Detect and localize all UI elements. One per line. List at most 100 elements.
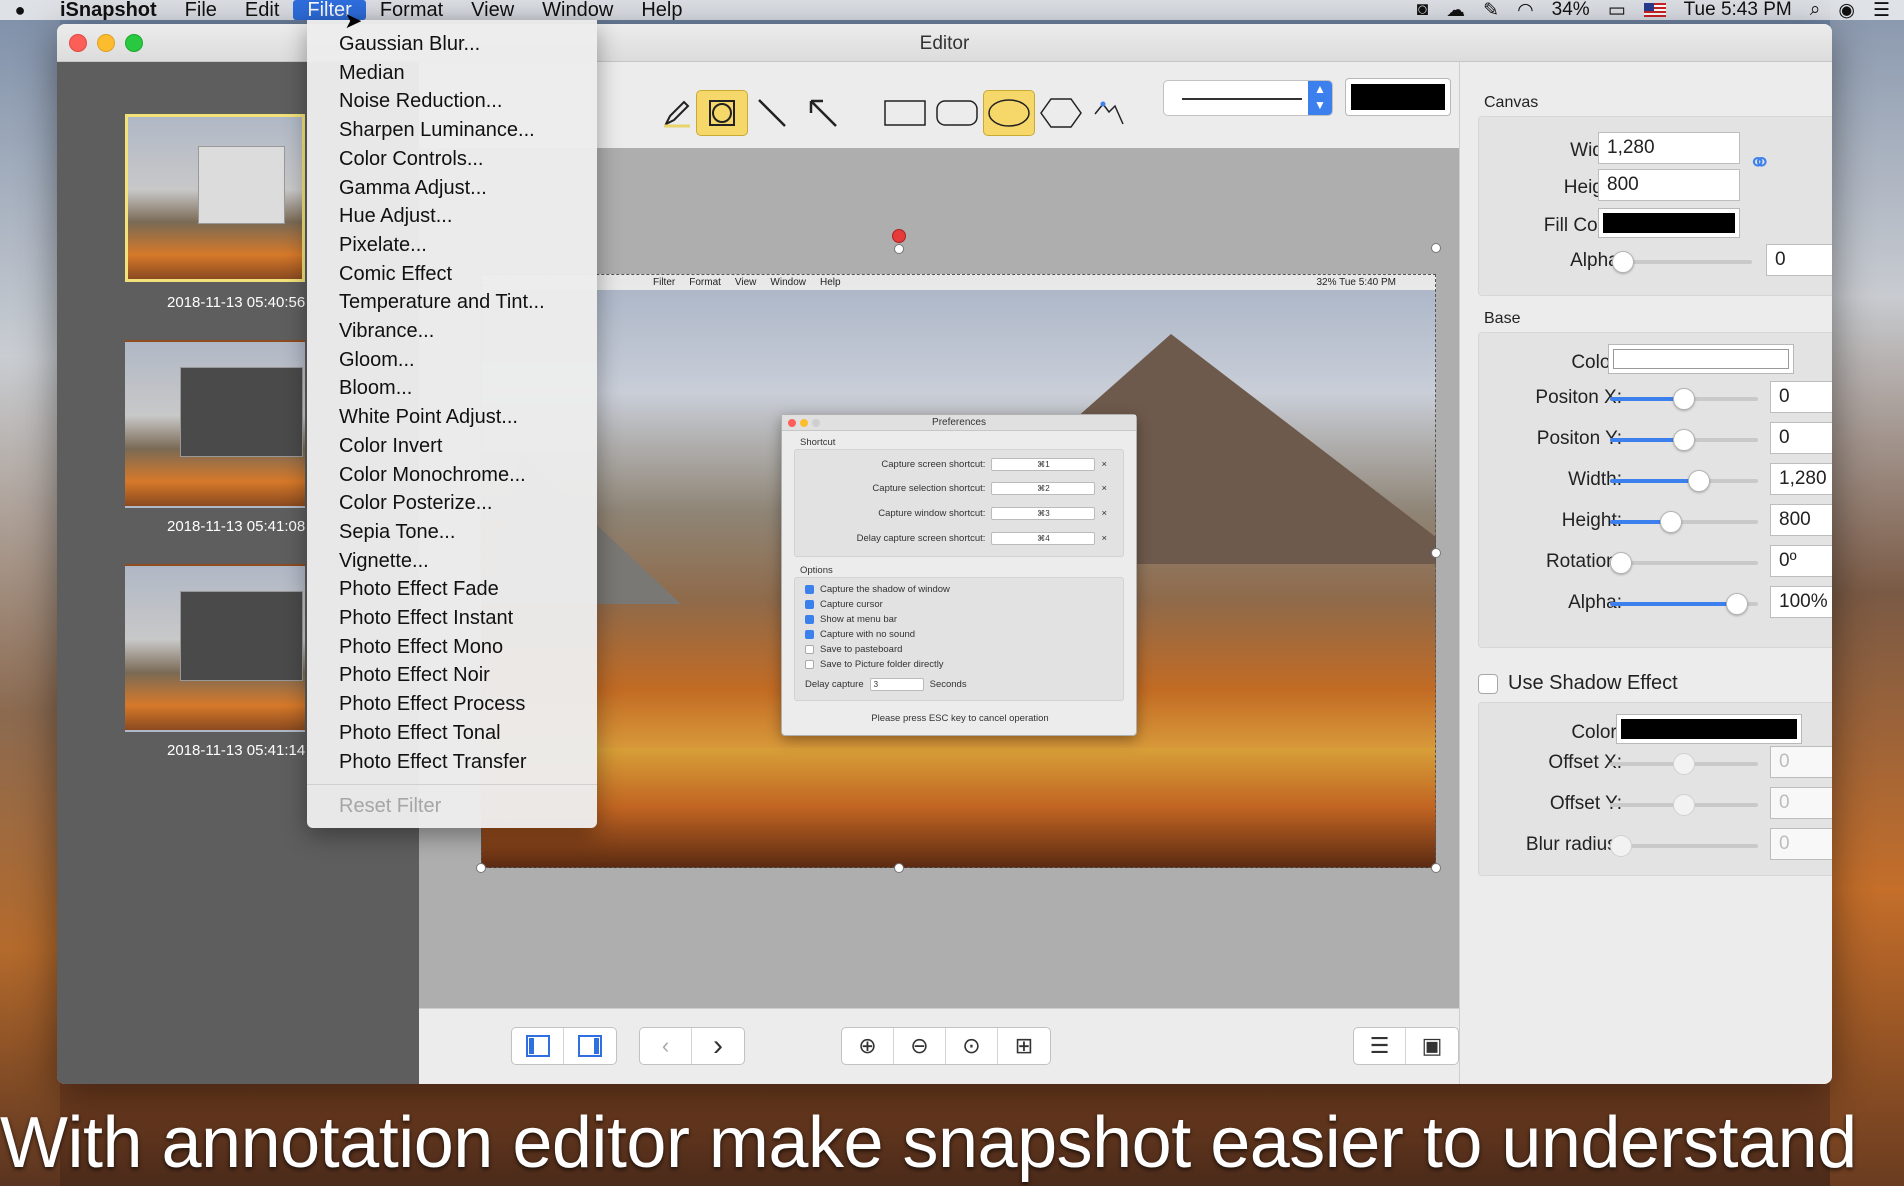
pen-icon[interactable]: ✎ <box>1483 0 1499 22</box>
canvas-alpha-slider[interactable] <box>1612 251 1752 273</box>
property-value-field[interactable]: 0º <box>1770 545 1832 577</box>
menu-item-filter[interactable]: Sepia Tone... <box>339 518 455 546</box>
menu-item-filter[interactable]: Photo Effect Fade <box>339 575 499 603</box>
property-slider[interactable] <box>1610 593 1758 615</box>
line-tool[interactable] <box>746 90 798 136</box>
camera-icon[interactable]: ◙ <box>1417 0 1428 21</box>
canvas-alpha-field[interactable]: 0 <box>1766 244 1832 276</box>
property-slider[interactable] <box>1610 388 1758 410</box>
menu-item-filter[interactable]: Sharpen Luminance... <box>339 116 535 144</box>
input-source-flag-icon[interactable] <box>1643 3 1666 17</box>
wifi-icon[interactable]: ◠ <box>1517 0 1534 22</box>
property-slider[interactable] <box>1610 835 1758 857</box>
menu-item-filter[interactable]: Photo Effect Tonal <box>339 719 501 747</box>
property-value-field[interactable]: 0 <box>1770 787 1832 819</box>
next-button[interactable]: › <box>692 1028 744 1064</box>
property-value-field[interactable]: 0 <box>1770 828 1832 860</box>
slider-knob[interactable] <box>1673 794 1695 816</box>
menu-item-filter[interactable]: Comic Effect <box>339 260 452 288</box>
menu-item-filter[interactable]: Color Controls... <box>339 145 484 173</box>
details-button[interactable]: ☰ <box>1354 1028 1406 1064</box>
menu-item-filter[interactable]: Bloom... <box>339 374 412 402</box>
menu-view[interactable]: View <box>457 0 528 20</box>
hand-pointer-tool[interactable] <box>1085 90 1137 136</box>
menu-item-filter[interactable]: Temperature and Tint... <box>339 288 545 316</box>
notification-center-icon[interactable]: ☰ <box>1873 0 1890 22</box>
rectangle-tool[interactable] <box>879 90 931 136</box>
ellipse-tool[interactable] <box>983 90 1035 136</box>
menu-help[interactable]: Help <box>627 0 696 20</box>
canvas-width-field[interactable]: 1,280 <box>1598 132 1740 164</box>
property-slider[interactable] <box>1610 470 1758 492</box>
zoom-out-button[interactable]: ⊖ <box>894 1028 946 1064</box>
actual-size-button[interactable]: ⊙ <box>946 1028 998 1064</box>
menu-item-filter[interactable]: Gloom... <box>339 346 415 374</box>
menu-file[interactable]: File <box>171 0 231 20</box>
menu-item-filter[interactable]: Photo Effect Instant <box>339 604 513 632</box>
menu-item-filter[interactable]: Photo Effect Transfer <box>339 748 527 776</box>
resize-handle-top-right[interactable] <box>1431 243 1441 253</box>
menu-window[interactable]: Window <box>528 0 627 20</box>
menu-item-filter[interactable]: Photo Effect Mono <box>339 633 503 661</box>
slider-knob[interactable] <box>1610 835 1632 857</box>
app-menu[interactable]: iSnapshot <box>40 0 171 20</box>
menu-item-filter[interactable]: Vibrance... <box>339 317 434 345</box>
menu-item-filter[interactable]: Hue Adjust... <box>339 202 452 230</box>
crop-shape-tool[interactable] <box>696 90 748 136</box>
toggle-left-panel-button[interactable] <box>512 1028 564 1064</box>
rotation-handle[interactable] <box>892 229 906 243</box>
battery-icon[interactable]: ▭ <box>1608 0 1626 22</box>
slider-knob[interactable] <box>1673 388 1695 410</box>
snapshot-thumbnail[interactable] <box>125 340 305 508</box>
stroke-color-well[interactable] <box>1345 78 1451 116</box>
zoom-in-button[interactable]: ⊕ <box>842 1028 894 1064</box>
cloud-icon[interactable]: ☁ <box>1446 0 1465 22</box>
resize-handle-bottom-right[interactable] <box>1431 863 1441 873</box>
property-value-field[interactable]: 0 <box>1770 746 1832 778</box>
property-value-field[interactable]: 1,280 <box>1770 463 1832 495</box>
menu-item-filter[interactable]: Vignette... <box>339 547 429 575</box>
slider-knob[interactable] <box>1725 593 1748 615</box>
shadow-color-well[interactable] <box>1616 714 1802 744</box>
save-button[interactable]: ▣ <box>1406 1028 1458 1064</box>
property-value-field[interactable]: 800 <box>1770 504 1832 536</box>
previous-button[interactable]: ‹ <box>640 1028 692 1064</box>
menu-item-filter[interactable]: Pixelate... <box>339 231 427 259</box>
snapshot-thumbnail[interactable] <box>125 564 305 732</box>
arrow-tool[interactable] <box>797 90 849 136</box>
menu-item-filter[interactable]: Gamma Adjust... <box>339 174 487 202</box>
property-slider[interactable] <box>1610 429 1758 451</box>
menu-item-filter[interactable]: Photo Effect Noir <box>339 661 490 689</box>
slider-knob[interactable] <box>1688 470 1711 492</box>
menu-item-filter[interactable]: Color Invert <box>339 432 442 460</box>
property-slider[interactable] <box>1610 511 1758 533</box>
clock[interactable]: Tue 5:43 PM <box>1684 0 1792 21</box>
slider-knob[interactable] <box>1610 552 1632 574</box>
resize-handle-right[interactable] <box>1431 548 1441 558</box>
resize-handle-top[interactable] <box>894 244 904 254</box>
menu-item-filter[interactable]: Gaussian Blur... <box>339 30 480 58</box>
menu-item-filter[interactable]: White Point Adjust... <box>339 403 518 431</box>
apple-menu-icon[interactable]: ● <box>0 0 40 21</box>
spotlight-search-icon[interactable]: ⌕ <box>1810 0 1821 21</box>
menu-item-filter[interactable]: Median <box>339 59 405 87</box>
polygon-tool[interactable] <box>1035 90 1087 136</box>
property-slider[interactable] <box>1610 794 1758 816</box>
property-slider[interactable] <box>1610 753 1758 775</box>
toggle-right-panel-button[interactable] <box>564 1028 616 1064</box>
siri-icon[interactable]: ◉ <box>1838 0 1855 22</box>
menu-item-filter[interactable]: Color Posterize... <box>339 489 492 517</box>
link-aspect-ratio-icon[interactable]: ⚭ <box>1748 146 1771 179</box>
resize-handle-bottom[interactable] <box>894 863 904 873</box>
slider-knob[interactable] <box>1673 429 1695 451</box>
line-style-select[interactable]: ▲ ▼ <box>1163 80 1333 116</box>
canvas-height-field[interactable]: 800 <box>1598 169 1740 201</box>
menu-item-filter[interactable]: Photo Effect Process <box>339 690 525 718</box>
resize-handle-bottom-left[interactable] <box>476 863 486 873</box>
base-color-well[interactable] <box>1608 344 1794 374</box>
property-slider[interactable] <box>1610 552 1758 574</box>
menu-format[interactable]: Format <box>366 0 457 20</box>
snapshot-thumbnail[interactable] <box>125 114 305 282</box>
menu-edit[interactable]: Edit <box>231 0 293 20</box>
property-value-field[interactable]: 100% <box>1770 586 1832 618</box>
